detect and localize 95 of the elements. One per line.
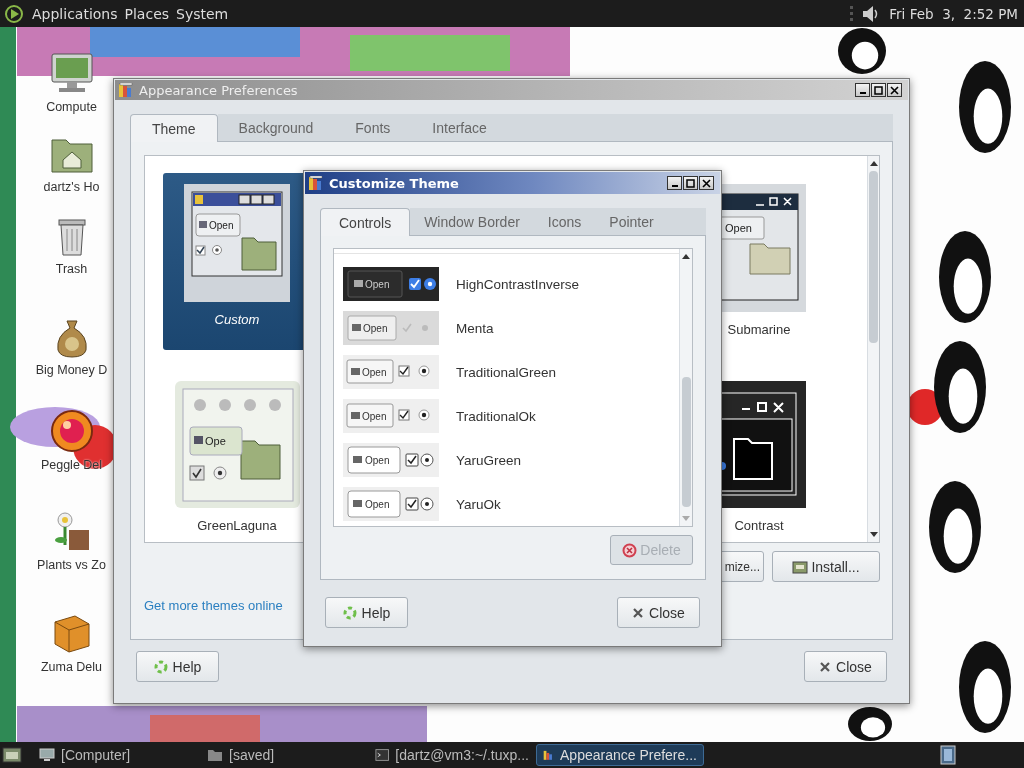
help-button[interactable]: Help bbox=[325, 597, 408, 628]
tab[interactable]: Background bbox=[217, 114, 335, 142]
terminal-icon bbox=[375, 747, 390, 763]
theme-name: Submarine bbox=[727, 322, 791, 338]
open-button-preview: Open bbox=[195, 213, 241, 237]
taskbar-item[interactable]: Appearance Prefere... bbox=[536, 744, 704, 766]
close-icon bbox=[702, 178, 711, 188]
icon-label[interactable]: Plants vs Zo bbox=[37, 558, 106, 572]
scrollbar-thumb[interactable] bbox=[869, 171, 878, 343]
desktop-icon[interactable] bbox=[2, 746, 22, 764]
palette-icon bbox=[309, 175, 323, 191]
icon-label[interactable]: Zuma Delu bbox=[40, 660, 103, 674]
scrollbar-thumb[interactable] bbox=[681, 377, 691, 507]
theme-row[interactable]: Open TraditionalGreen bbox=[343, 350, 679, 394]
checkbox-radio-preview-drawing bbox=[409, 278, 436, 290]
scroll-down-icon[interactable] bbox=[869, 532, 878, 538]
theme-name: HighContrastInverse bbox=[456, 276, 580, 292]
maximize-icon bbox=[686, 178, 695, 188]
window-title: Customize Theme bbox=[329, 175, 459, 191]
themes-link[interactable]: Get more themes online bbox=[144, 598, 283, 613]
taskbar-item[interactable]: [Computer] bbox=[32, 744, 200, 766]
theme-item[interactable]: Ope GreenLaguna bbox=[163, 370, 311, 546]
grip-icon bbox=[850, 4, 854, 23]
minimize-icon bbox=[859, 92, 866, 94]
close-icon bbox=[632, 606, 645, 619]
theme-row[interactable]: Open HighContrastInverse bbox=[343, 262, 679, 306]
theme-name: Contrast bbox=[734, 518, 784, 534]
open-button-preview: Open bbox=[347, 315, 397, 341]
checkbox-radio-preview-drawing bbox=[398, 409, 430, 421]
menu-item[interactable]: System bbox=[176, 5, 229, 22]
close-icon bbox=[890, 85, 899, 95]
maximize-button[interactable] bbox=[871, 83, 886, 97]
folder-icon bbox=[207, 747, 223, 763]
close-button[interactable]: Close bbox=[617, 597, 700, 628]
theme-name: TraditionalOk bbox=[456, 408, 536, 424]
icon-label[interactable]: Peggle Del bbox=[40, 458, 103, 472]
logo-icon[interactable] bbox=[4, 3, 24, 24]
ball-icon[interactable] bbox=[48, 408, 95, 454]
theme-row[interactable]: Open TraditionalOk bbox=[343, 394, 679, 438]
tab[interactable]: Window Border bbox=[410, 208, 534, 236]
menu-item[interactable]: Places bbox=[124, 5, 170, 22]
maximize-icon bbox=[874, 85, 883, 95]
icon-label[interactable]: dartz's Ho bbox=[43, 180, 100, 194]
tab[interactable]: Icons bbox=[533, 208, 596, 236]
theme-name: Menta bbox=[456, 320, 494, 336]
help-icon bbox=[342, 605, 357, 620]
minimize-icon bbox=[671, 185, 678, 187]
close-button[interactable]: Close bbox=[804, 651, 887, 682]
checkbox-radio-preview-drawing bbox=[405, 497, 434, 511]
theme-name: YaruOk bbox=[456, 496, 501, 512]
tab[interactable]: Controls bbox=[320, 208, 411, 236]
monitor-icon bbox=[39, 747, 55, 763]
tab[interactable]: Fonts bbox=[334, 114, 412, 142]
icon-label[interactable]: Trash bbox=[55, 262, 88, 276]
open-button-preview: Open bbox=[347, 270, 403, 298]
clock[interactable]: Fri Feb 3, 2:52 PM bbox=[889, 5, 1018, 22]
close-button[interactable] bbox=[699, 176, 714, 190]
open-button-preview: Open bbox=[346, 403, 394, 428]
scroll-up-icon[interactable] bbox=[682, 253, 690, 259]
delete-icon bbox=[622, 542, 638, 558]
theme-name: YaruGreen bbox=[456, 452, 522, 468]
taskbar-item[interactable]: [dartz@vm3:~/.tuxp... bbox=[368, 744, 536, 766]
checkbox-radio-preview-drawing bbox=[402, 323, 428, 333]
theme-row[interactable]: Open YaruGreen bbox=[343, 438, 679, 482]
maximize-button[interactable] bbox=[683, 176, 698, 190]
close-icon bbox=[819, 660, 832, 673]
close-button[interactable] bbox=[887, 83, 902, 97]
tab[interactable]: Pointer bbox=[595, 208, 668, 236]
minimize-button[interactable] bbox=[855, 83, 870, 97]
tab[interactable]: Theme bbox=[130, 114, 218, 142]
taskbar-item[interactable]: [saved] bbox=[200, 744, 368, 766]
tab[interactable]: Interface bbox=[411, 114, 508, 142]
install-button[interactable]: Install... bbox=[772, 551, 880, 582]
menu-item[interactable]: Applications bbox=[32, 5, 118, 22]
minimize-button[interactable] bbox=[667, 176, 682, 190]
theme-row[interactable]: Open Menta bbox=[343, 306, 679, 350]
open-button-preview: Open bbox=[346, 359, 394, 384]
scroll-up-icon[interactable] bbox=[869, 160, 878, 166]
window-title: Appearance Preferences bbox=[139, 82, 298, 98]
checkbox-radio-preview-drawing bbox=[398, 365, 430, 377]
palette-icon bbox=[119, 82, 133, 98]
checkbox-radio-preview-drawing bbox=[405, 453, 434, 467]
open-button-preview: Ope bbox=[189, 426, 242, 456]
help-button[interactable]: Help bbox=[136, 651, 219, 682]
package-icon bbox=[792, 559, 809, 574]
workspace-icon[interactable] bbox=[940, 745, 956, 765]
open-button-preview: Open bbox=[347, 446, 401, 474]
theme-name: Custom bbox=[214, 312, 260, 328]
icon-label[interactable]: Big Money D bbox=[35, 363, 108, 377]
open-button-preview: Open bbox=[347, 490, 401, 518]
theme-row[interactable]: Open YaruOk bbox=[343, 482, 679, 526]
theme-name: TraditionalGreen bbox=[456, 364, 557, 380]
theme-name: GreenLaguna bbox=[197, 518, 277, 534]
help-icon bbox=[153, 659, 168, 674]
icon-label[interactable]: Compute bbox=[46, 100, 97, 114]
